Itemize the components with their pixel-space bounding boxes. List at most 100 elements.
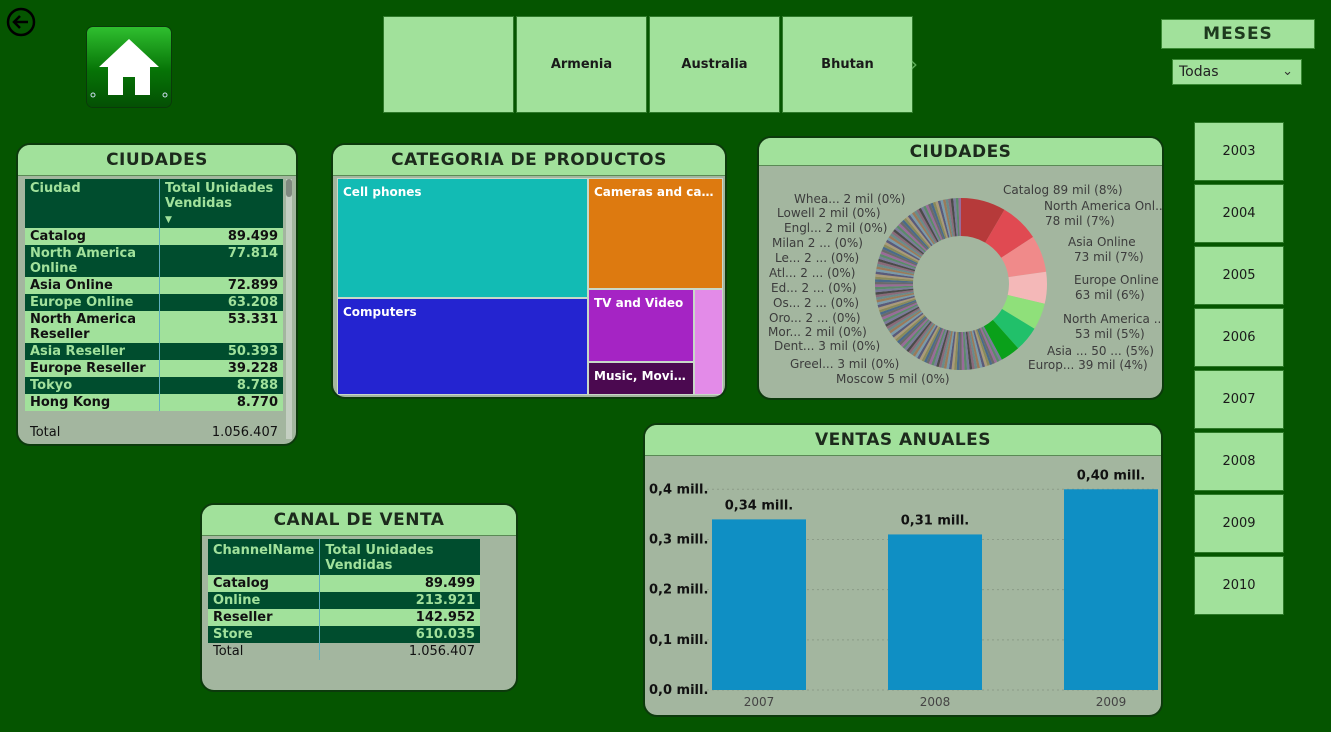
canal-title: CANAL DE VENTA (202, 505, 516, 536)
y-tick-label: 0,3 mill. (649, 532, 708, 547)
donut-label: North America Onl... (1044, 199, 1164, 213)
table-row[interactable]: Catalog 89.499 (25, 228, 283, 245)
donut-label: 78 mil (7%) (1045, 214, 1115, 228)
scrollbar-thumb[interactable] (286, 179, 292, 197)
donut-label: Europ... 39 mil (4%) (1028, 358, 1148, 372)
donut-label: Dent... 3 mil (0%) (774, 339, 881, 353)
year-button-2010[interactable]: 2010 (1194, 556, 1284, 615)
categoria-title: CATEGORIA DE PRODUCTOS (333, 145, 725, 176)
table-row[interactable]: North America Online 77.814 (25, 245, 283, 277)
categoria-panel: CATEGORIA DE PRODUCTOS Cell phones Camer… (331, 143, 727, 399)
ciudades-donut-chart[interactable] (873, 196, 1049, 372)
treemap-cell-music-movies[interactable]: Music, Movie... (588, 362, 694, 395)
table-row[interactable]: Online 213.921 (208, 592, 480, 609)
column-header-total[interactable]: Total Unidades Vendidas ▼ (159, 179, 283, 228)
donut-label: Whea... 2 mil (0%) (794, 192, 906, 206)
meses-selected-value: Todas (1179, 64, 1219, 80)
country-button-armenia[interactable]: Armenia (516, 16, 647, 113)
table-row[interactable]: Asia Reseller 50.393 (25, 343, 283, 360)
ciudades-table: Ciudad Total Unidades Vendidas ▼ Catalog 8… (25, 179, 283, 411)
sort-desc-icon: ▼ (165, 215, 172, 225)
table-row[interactable]: Asia Online 72.899 (25, 277, 283, 294)
ciudades-donut-title: CIUDADES (759, 138, 1162, 166)
donut-label: Asia Online (1068, 235, 1136, 249)
year-button-2005[interactable]: 2005 (1194, 246, 1284, 305)
donut-label: Oro... 2 ... (0%) (769, 311, 861, 325)
bar-data-label: 0,34 mill. (725, 498, 793, 513)
donut-label: Engl... 2 mil (0%) (784, 221, 888, 235)
canal-total-row: Total 1.056.407 (208, 643, 480, 660)
meses-dropdown[interactable]: Todas ⌄ (1172, 59, 1302, 85)
country-button-blank[interactable] (383, 16, 514, 113)
table-row[interactable]: Store 610.035 (208, 626, 480, 643)
y-tick-label: 0,0 mill. (649, 683, 708, 698)
year-button-2004[interactable]: 2004 (1194, 184, 1284, 243)
y-tick-label: 0,4 mill. (649, 482, 708, 497)
ciudades-total-value: 1.056.407 (211, 424, 278, 440)
year-button-2006[interactable]: 2006 (1194, 308, 1284, 367)
bar-2007[interactable] (712, 519, 806, 690)
home-icon (90, 39, 168, 98)
year-button-2009[interactable]: 2009 (1194, 494, 1284, 553)
categoria-treemap: Cell phones Cameras and cam... Computers… (337, 178, 723, 395)
donut-label: Greel... 3 mil (0%) (790, 357, 900, 371)
x-tick-label: 2009 (1096, 695, 1127, 709)
ciudades-total-label: Total (30, 424, 61, 440)
column-header-total-canal[interactable]: Total Unidades Vendidas (319, 539, 480, 575)
donut-label: 63 mil (6%) (1075, 288, 1145, 302)
y-tick-label: 0,2 mill. (649, 583, 708, 598)
bar-2009[interactable] (1064, 489, 1158, 690)
x-tick-label: 2007 (744, 695, 775, 709)
table-row[interactable]: North America Reseller 53.331 (25, 311, 283, 343)
donut-label: Milan 2 ... (0%) (772, 236, 863, 250)
bar-2008[interactable] (888, 534, 982, 690)
year-button-2008[interactable]: 2008 (1194, 432, 1284, 491)
table-row[interactable]: Catalog 89.499 (208, 575, 480, 592)
donut-label: Mor... 2 mil (0%) (768, 325, 867, 339)
donut-label: Lowell 2 mil (0%) (777, 206, 881, 220)
chevron-right-icon[interactable]: › (910, 52, 918, 76)
table-row[interactable]: Reseller 142.952 (208, 609, 480, 626)
table-row[interactable]: Europe Reseller 39.228 (25, 360, 283, 377)
donut-label: Asia ... 50 ... (5%) (1047, 344, 1154, 358)
country-button-bhutan[interactable]: Bhutan (782, 16, 913, 113)
column-header-channelname[interactable]: ChannelName (208, 539, 320, 575)
country-button-australia[interactable]: Australia (649, 16, 780, 113)
chevron-down-icon: ⌄ (1282, 64, 1293, 79)
treemap-cell-cameras[interactable]: Cameras and cam... (588, 178, 723, 289)
arrow-left-circle-icon[interactable] (6, 7, 36, 37)
treemap-cell-computers[interactable]: Computers (337, 298, 588, 395)
table-row[interactable]: Hong Kong 8.770 (25, 394, 283, 411)
donut-label: Catalog 89 mil (8%) (1003, 183, 1123, 197)
canal-table: ChannelName Total Unidades Vendidas Cata… (208, 539, 480, 660)
year-button-2007[interactable]: 2007 (1194, 370, 1284, 429)
treemap-cell-other[interactable] (694, 289, 723, 395)
donut-label: Europe Online (1074, 273, 1159, 287)
ventas-bar-chart: 0,0 mill. 0,1 mill. 0,2 mill. 0,3 mill. 0,4 … (649, 468, 1158, 709)
ventas-title: VENTAS ANUALES (645, 425, 1161, 456)
year-button-2003[interactable]: 2003 (1194, 122, 1284, 181)
ciudades-table-title: CIUDADES (18, 145, 296, 176)
bar-data-label: 0,40 mill. (1077, 468, 1145, 483)
canal-panel: CANAL DE VENTA ChannelName Total Unidade… (200, 503, 518, 692)
treemap-cell-tv-video[interactable]: TV and Video (588, 289, 694, 362)
ciudades-total-row: Total 1.056.407 (25, 422, 283, 442)
y-tick-label: 0,1 mill. (649, 633, 708, 648)
donut-label: 53 mil (5%) (1075, 327, 1145, 341)
ciudades-table-panel: CIUDADES Ciudad Total Unidades Vendidas ▼… (16, 143, 298, 446)
meses-title: MESES (1161, 19, 1315, 49)
column-header-ciudad[interactable]: Ciudad (25, 179, 160, 228)
home-button[interactable] (87, 27, 171, 107)
bar-data-label: 0,31 mill. (901, 513, 969, 528)
table-row[interactable]: Tokyo 8.788 (25, 377, 283, 394)
donut-label: 73 mil (7%) (1074, 250, 1144, 264)
ciudades-table-scroll[interactable]: Ciudad Total Unidades Vendidas ▼ Catalog 8… (25, 179, 283, 439)
scrollbar[interactable] (286, 179, 292, 439)
ciudades-donut-panel: CIUDADES Catalog 89 mil (8%) North Americ… (757, 136, 1164, 400)
donut-label: Atl... 2 ... (0%) (769, 266, 856, 280)
table-row[interactable]: Europe Online 63.208 (25, 294, 283, 311)
donut-label: Moscow 5 mil (0%) (836, 372, 950, 386)
treemap-cell-cell-phones[interactable]: Cell phones (337, 178, 588, 298)
country-slicer: Armenia Australia Bhutan (383, 16, 915, 113)
x-tick-label: 2008 (920, 695, 951, 709)
